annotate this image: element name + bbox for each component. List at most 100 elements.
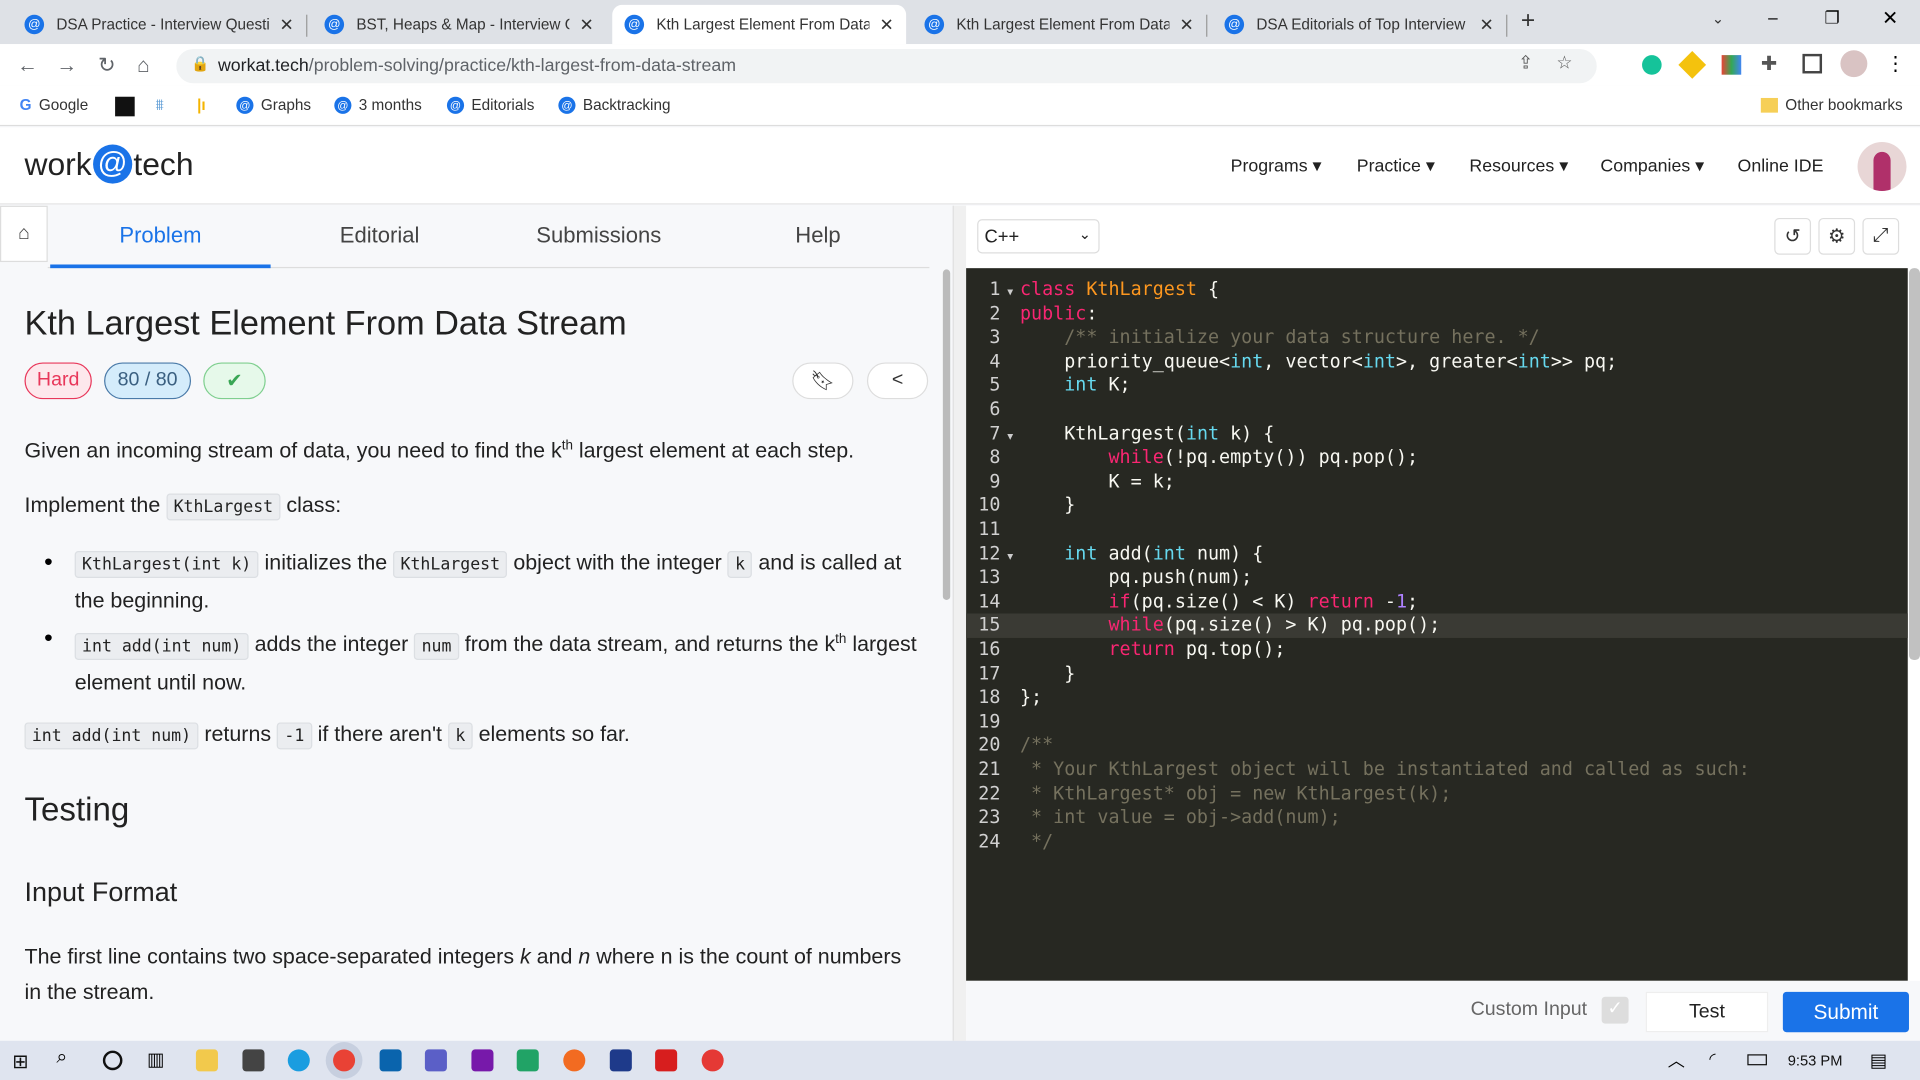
code-line[interactable]: 10 } [966,494,1908,518]
code-line[interactable]: 19 [966,710,1908,734]
wifi-icon[interactable]: ◜ [1709,1049,1715,1069]
highlighter-extension-icon[interactable] [1678,51,1707,79]
bookmark-editorials[interactable]: @ Editorials [446,96,534,114]
close-tab-icon[interactable]: ✕ [1180,14,1194,35]
nav-practice[interactable]: Practice ▾ [1357,157,1435,177]
bookmark-button[interactable]: 🔖︎ [792,362,854,400]
close-window-button[interactable]: ✕ [1882,6,1898,30]
extension-icon[interactable] [1721,55,1742,75]
close-tab-icon[interactable]: ✕ [1480,14,1494,35]
app-icon[interactable] [563,1049,586,1072]
code-line[interactable]: 15 while(pq.size() > K) pq.pop(); [966,613,1908,638]
panel-resize-handle[interactable] [953,205,967,1041]
tab-search-icon[interactable]: ⌄ [1712,10,1724,27]
code-line[interactable]: 2 public: [966,302,1908,326]
code-line[interactable]: 14 if(pq.size() < K) return -1; [966,590,1908,614]
chrome-icon[interactable] [333,1049,356,1072]
code-editor[interactable]: 1 ▼ class KthLargest {2 public: 3 /** initia… [966,268,1908,981]
tab-problem[interactable]: Problem [50,223,270,249]
reset-code-button[interactable]: ↺ [1774,217,1812,255]
home-icon[interactable]: ⌂ [137,54,150,78]
reload-icon[interactable]: ↻ [98,54,115,78]
acrobat-icon[interactable] [655,1049,678,1072]
code-line[interactable]: 9 K = k; [966,470,1908,494]
share-icon[interactable]: ⇪ [1518,54,1533,74]
code-line[interactable]: 4 priority_queue<int, vector<int>, great… [966,350,1908,374]
code-line[interactable]: 16 return pq.top(); [966,638,1908,662]
code-line[interactable]: 17 } [966,662,1908,686]
fold-arrow-icon[interactable]: ▼ [1000,280,1020,304]
bookmark-3-months[interactable]: @3 months [334,96,422,114]
close-tab-icon[interactable]: ✕ [280,14,294,35]
battery-icon[interactable] [1747,1054,1767,1066]
workattech-logo[interactable]: work @ tech [24,144,194,184]
app-icon[interactable] [701,1049,724,1072]
bookmark-icon-only[interactable]: ⩩ [156,97,164,115]
code-line[interactable]: 24 */ [966,830,1908,854]
bookmark-backtracking[interactable]: @ Backtracking [558,96,670,114]
browser-tab[interactable]: @DSA Editorials of Top Interview Questio… [1212,5,1508,44]
forward-icon[interactable]: → [56,54,77,78]
browser-tab[interactable]: @BST, Heaps & Map - Interview Questions✕ [312,5,606,44]
bookmark-icon-only[interactable]: |ı [197,97,206,114]
windows-start-icon[interactable]: ⊞ [12,1049,28,1073]
browser-tab-active[interactable]: @Kth Largest Element From Data Stream✕ [612,4,907,45]
notion-icon[interactable] [609,1049,632,1072]
close-tab-icon[interactable]: ✕ [880,14,894,35]
code-line[interactable]: 20 /** [966,734,1908,758]
teams-icon[interactable] [424,1049,447,1072]
settings-button[interactable]: ⚙ [1818,217,1856,255]
code-line[interactable]: 18}; [966,686,1908,710]
user-avatar[interactable] [1857,142,1907,192]
code-line[interactable]: 13 pq.push(num); [966,566,1908,590]
menu-kebab-icon[interactable]: ⋮ [1886,51,1906,75]
nav-companies[interactable]: Companies ▾ [1600,157,1704,177]
home-button[interactable]: ⌂ [0,205,48,263]
profile-avatar[interactable] [1840,50,1868,78]
bookmark-graphs[interactable]: @ Graphs [236,96,311,114]
code-line[interactable]: 8 while(!pq.empty()) pq.pop(); [966,446,1908,470]
nav-resources[interactable]: Resources ▾ [1469,157,1568,177]
tab-help[interactable]: Help [708,223,928,249]
language-select[interactable]: C++ ⌄ [977,219,1100,254]
fold-arrow-icon[interactable]: ▼ [1000,424,1020,448]
code-line[interactable]: 1 ▼ class KthLargest { [966,278,1908,302]
submit-button[interactable]: Submit [1782,991,1909,1033]
task-view-icon[interactable]: ▥ [147,1048,164,1070]
code-line[interactable]: 7 ▼ KthLargest(int k) { [966,422,1908,446]
search-icon[interactable]: ⌕ [56,1047,67,1069]
bookmark-star-icon[interactable]: ☆ [1556,54,1572,74]
bookmark-google[interactable]: G Google [20,97,89,114]
spreadsheet-icon[interactable] [516,1049,539,1072]
app-icon[interactable] [242,1049,265,1072]
new-tab-button[interactable]: + [1521,7,1535,35]
grammarly-extension-icon[interactable] [1642,55,1662,75]
code-line[interactable]: 3 /** initialize your data structure her… [966,326,1908,350]
onenote-icon[interactable] [471,1049,494,1072]
share-button[interactable]: < [866,362,929,400]
notifications-icon[interactable]: ▤ [1870,1049,1887,1072]
url-input[interactable]: 🔒 workat.tech/problem-solving/practice/kt… [176,48,1597,84]
code-line[interactable]: 5 int K; [966,374,1908,398]
tab-submissions[interactable]: Submissions [489,223,709,249]
browser-tab[interactable]: @DSA Practice - Interview Questions✕ [12,5,308,44]
code-line[interactable]: 21 * Your KthLargest object will be inst… [966,758,1908,782]
code-line[interactable]: 22 * KthLargest* obj = new KthLargest(k)… [966,782,1908,806]
clock[interactable]: 9:53 PM [1788,1052,1843,1069]
edge-icon[interactable] [287,1049,310,1072]
test-button[interactable]: Test [1645,991,1769,1033]
browser-tab[interactable]: @Kth Largest Element From Data Stream✕ [912,5,1208,44]
fold-arrow-icon[interactable]: ▼ [1000,544,1020,568]
fullscreen-button[interactable]: ⤢ [1862,217,1900,255]
custom-input-checkbox[interactable]: ✓ [1601,996,1629,1024]
bookmark-icon-only[interactable] [115,96,135,117]
close-tab-icon[interactable]: ✕ [580,14,594,35]
code-line[interactable]: 12 ▼ int add(int num) { [966,542,1908,566]
restore-button[interactable]: ❐ [1824,7,1839,28]
minimize-button[interactable]: – [1768,7,1778,27]
back-icon[interactable]: ← [17,54,38,78]
code-line[interactable]: 6 [966,398,1908,422]
cortana-icon[interactable] [102,1050,123,1071]
extensions-puzzle-icon[interactable]: ✚ [1761,51,1777,75]
editor-scrollbar[interactable] [1908,268,1920,661]
